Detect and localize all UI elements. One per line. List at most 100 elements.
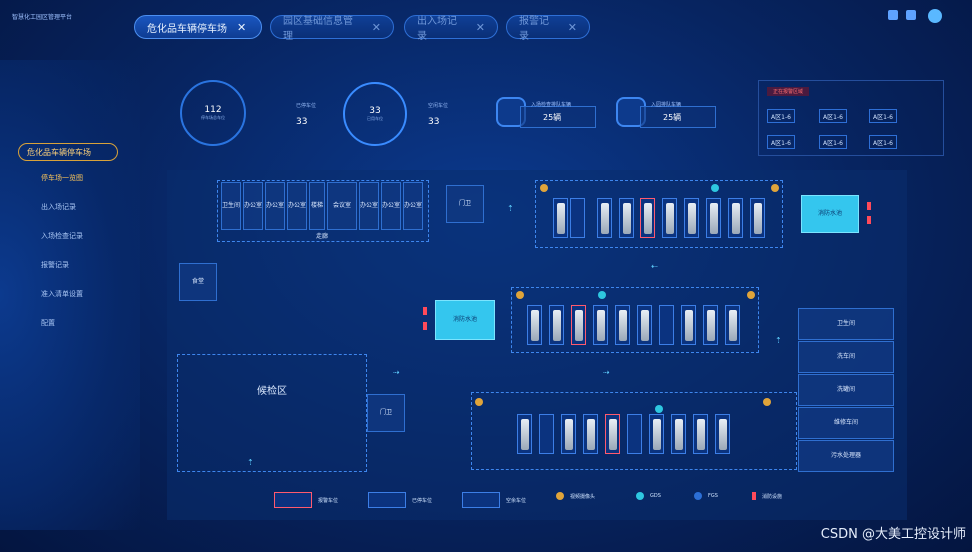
parking-slot[interactable]	[561, 414, 576, 454]
camera-icon[interactable]	[475, 398, 483, 406]
parking-slot[interactable]	[593, 305, 608, 345]
card-value: 25辆	[543, 113, 562, 122]
app-title: 智慧化工园区管理平台	[12, 14, 73, 21]
used-dial-value: 33	[369, 106, 381, 116]
alarm-zone[interactable]: A区1-6	[819, 135, 847, 149]
parking-slot[interactable]	[681, 305, 696, 345]
direction-arrow-icon: ⇢	[393, 368, 400, 377]
waiting-area-label: 候检区	[257, 386, 287, 397]
parking-slot[interactable]	[615, 305, 630, 345]
camera-icon[interactable]	[771, 184, 779, 192]
truck-icon	[609, 419, 617, 450]
waiting-area	[177, 354, 367, 472]
gds-icon[interactable]	[655, 405, 663, 413]
fire-facility-icon[interactable]	[423, 322, 427, 330]
truck-icon	[675, 419, 683, 450]
sidebar-item-config[interactable]: 配置	[41, 318, 55, 328]
parking-slot[interactable]	[637, 305, 652, 345]
room: 办公室	[243, 182, 263, 230]
parking-slot-alarm[interactable]	[571, 305, 586, 345]
legend-parked: 已停车位	[368, 492, 432, 508]
alarm-zone[interactable]: A区1-6	[767, 109, 795, 123]
gate-top: 门卫	[446, 185, 484, 223]
header-icons	[888, 10, 916, 20]
parking-slot[interactable]	[725, 305, 740, 345]
parking-slot[interactable]	[662, 198, 677, 238]
message-icon[interactable]	[906, 10, 916, 20]
parking-slot[interactable]	[728, 198, 743, 238]
room: 办公室	[359, 182, 379, 230]
sidebar-item-whitelist[interactable]: 准入清单设置	[41, 289, 83, 299]
camera-icon[interactable]	[747, 291, 755, 299]
gds-icon[interactable]	[598, 291, 606, 299]
total-spaces-value: 112	[204, 105, 222, 115]
parking-slot[interactable]	[706, 198, 721, 238]
parking-slot-alarm[interactable]	[605, 414, 620, 454]
alarm-zone[interactable]: A区1-6	[869, 135, 897, 149]
camera-icon[interactable]	[516, 291, 524, 299]
parking-slot[interactable]	[750, 198, 765, 238]
avatar[interactable]	[928, 9, 942, 23]
close-icon[interactable]: ✕	[476, 21, 485, 34]
legend-label: 消防设施	[762, 493, 783, 500]
sidebar-item-parking[interactable]: 危化品车辆停车场	[18, 143, 118, 161]
fire-facility-icon[interactable]	[423, 307, 427, 315]
truck-icon	[666, 203, 674, 234]
parking-slot[interactable]	[570, 198, 585, 238]
camera-icon	[556, 492, 564, 500]
top-bar: 智慧化工园区管理平台 危化品车辆停车场 ✕ 园区基础信息管理 ✕ 出入场记录 ✕ 报警…	[0, 0, 972, 42]
tab-entry-records[interactable]: 出入场记录 ✕	[404, 15, 498, 42]
sidebar-item-entry-records[interactable]: 出入场记录	[41, 202, 76, 212]
close-icon[interactable]: ✕	[568, 21, 577, 34]
parking-slot[interactable]	[549, 305, 564, 345]
parking-slot[interactable]	[693, 414, 708, 454]
tab-parking[interactable]: 危化品车辆停车场 ✕	[134, 15, 262, 39]
fgs-icon	[694, 492, 702, 500]
parking-slot[interactable]	[553, 198, 568, 238]
parking-slot[interactable]	[627, 414, 642, 454]
parking-slot[interactable]	[597, 198, 612, 238]
parking-slot[interactable]	[715, 414, 730, 454]
truck-icon	[557, 203, 565, 234]
fire-facility-icon[interactable]	[867, 202, 871, 210]
notification-icon[interactable]	[888, 10, 898, 20]
tab-alarm-records[interactable]: 报警记录 ✕	[506, 15, 590, 42]
parking-slot[interactable]	[684, 198, 699, 238]
truck-icon	[719, 419, 727, 450]
parking-slot[interactable]	[649, 414, 664, 454]
sidebar-item-inspection[interactable]: 入场检查记录	[41, 231, 83, 241]
truck-icon	[553, 310, 561, 341]
camera-icon[interactable]	[763, 398, 771, 406]
alarm-zone[interactable]: A区1-6	[869, 109, 897, 123]
truck-icon	[623, 203, 631, 234]
room-tank-wash: 洗罐间	[798, 374, 894, 406]
used-value: 33	[296, 117, 308, 127]
direction-arrow-icon: ⇡	[247, 458, 254, 467]
parking-slot[interactable]	[619, 198, 634, 238]
gds-icon[interactable]	[711, 184, 719, 192]
alarm-zone[interactable]: A区1-6	[819, 109, 847, 123]
parking-slot[interactable]	[671, 414, 686, 454]
close-icon[interactable]: ✕	[237, 21, 246, 34]
parking-slot-alarm[interactable]	[640, 198, 655, 238]
parking-slot[interactable]	[527, 305, 542, 345]
fire-facility-icon[interactable]	[867, 216, 871, 224]
truck-icon	[531, 310, 539, 341]
truck-icon	[601, 203, 609, 234]
parking-slot[interactable]	[539, 414, 554, 454]
tab-label: 危化品车辆停车场	[147, 23, 227, 35]
camera-icon[interactable]	[540, 184, 548, 192]
room: 楼梯	[309, 182, 325, 230]
room-car-wash: 洗车间	[798, 341, 894, 373]
legend-label: GDS	[650, 493, 661, 499]
sidebar-item-alarm[interactable]: 报警记录	[41, 260, 69, 270]
parking-slot[interactable]	[659, 305, 674, 345]
alarm-zone[interactable]: A区1-6	[767, 135, 795, 149]
parking-slot[interactable]	[583, 414, 598, 454]
parking-slot[interactable]	[517, 414, 532, 454]
close-icon[interactable]: ✕	[372, 21, 381, 34]
sidebar-item-overview[interactable]: 停车场一览图	[41, 173, 83, 183]
tab-park-info[interactable]: 园区基础信息管理 ✕	[270, 15, 394, 42]
truck-icon	[641, 310, 649, 341]
parking-slot[interactable]	[703, 305, 718, 345]
